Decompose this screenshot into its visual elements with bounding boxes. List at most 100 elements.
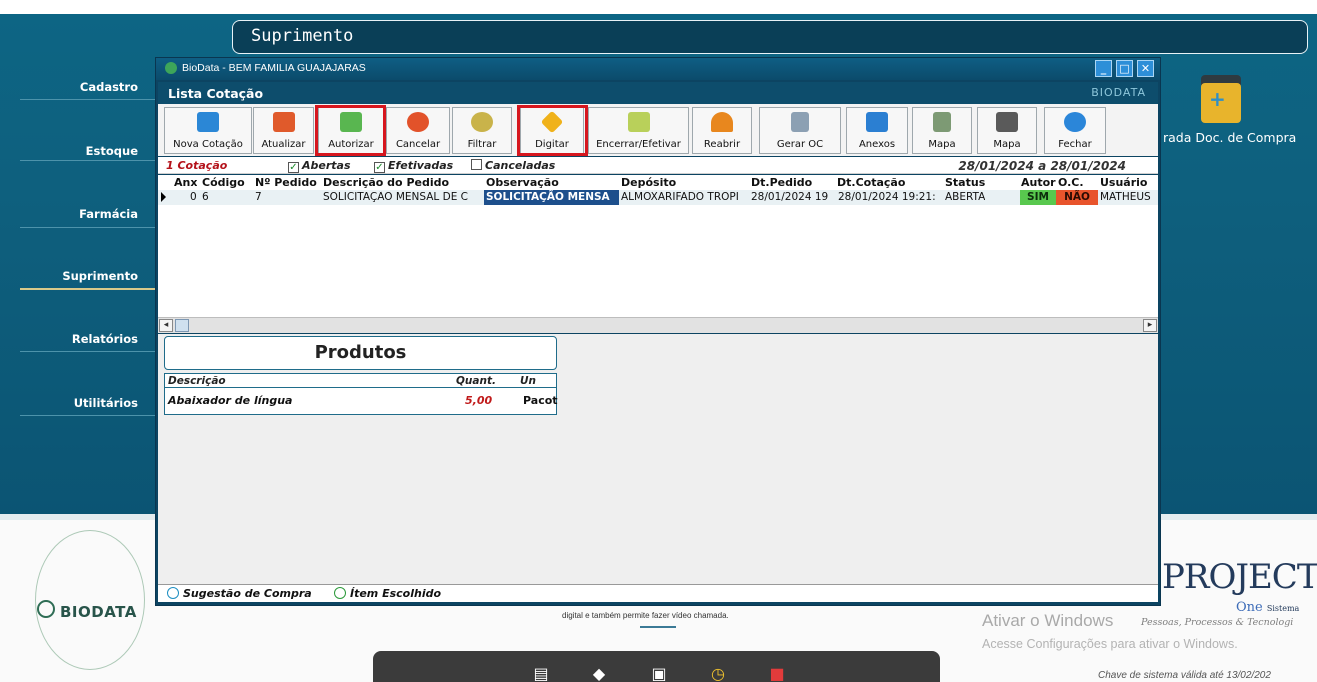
col-autor[interactable]: Autor [1021, 176, 1056, 189]
sidebar-item-farmacia[interactable]: Farmácia [20, 188, 156, 228]
reabrir-label: Reabrir [703, 139, 741, 150]
col-descricao: Descrição [168, 375, 226, 387]
section-title: Lista Cotação [168, 86, 264, 101]
minimize-icon[interactable]: _ [1095, 60, 1112, 77]
purchase-doc-icon[interactable] [1201, 75, 1241, 123]
checkbox-checked-icon: ✓ [288, 162, 299, 173]
attach-icon [866, 112, 888, 132]
cell-observacao[interactable]: SOLICITAÇÃO MENSA [484, 190, 619, 205]
list-item[interactable]: Abaixador de língua 5,00 Pacot [165, 390, 558, 412]
col-observacao[interactable]: Observação [486, 176, 559, 189]
atualizar-button[interactable]: Atualizar [253, 107, 314, 154]
col-codigo[interactable]: Código [202, 176, 245, 189]
canceladas-checkbox[interactable]: Canceladas [471, 159, 555, 172]
nova-cotacao-label: Nova Cotação [173, 139, 243, 150]
filtrar-label: Filtrar [467, 139, 497, 150]
reabrir-button[interactable]: Reabrir [692, 107, 752, 154]
produtos-header: Descrição Quant. Un [165, 374, 556, 388]
atualizar-label: Atualizar [261, 139, 306, 150]
box-icon[interactable]: ◆ [591, 665, 607, 682]
col-pedido[interactable]: Nº Pedido [255, 176, 317, 189]
canceladas-label: Canceladas [485, 159, 556, 172]
nova-cotacao-button[interactable]: Nova Cotação [164, 107, 252, 154]
mapa-print-button[interactable]: Mapa [977, 107, 1037, 154]
col-descricao[interactable]: Descrição do Pedido [323, 176, 449, 189]
window-titlebar[interactable]: BioData - BEM FAMILIA GUAJAJARAS _ □ ✕ [156, 58, 1160, 80]
sidebar-item-label: Relatórios [71, 332, 138, 346]
project-tagline: Pessoas, Processos & Tecnologi [1141, 617, 1294, 628]
project-logo: PROJECT [1162, 557, 1317, 597]
brand-label: BIODATA [1091, 86, 1146, 99]
sidebar-item-cadastro[interactable]: Cadastro [20, 60, 156, 100]
filter-bar: 1 Cotação ✓ Abertas ✓ Efetivadas Cancelada… [158, 157, 1158, 174]
section-header: Lista Cotação BIODATA [158, 82, 1158, 104]
exit-icon[interactable]: ■ [769, 665, 785, 682]
cancel-icon [407, 112, 429, 132]
col-dt-cotacao[interactable]: Dt.Cotação [837, 176, 905, 189]
horizontal-scrollbar[interactable]: ◂ ▸ [158, 317, 1158, 333]
cotacao-count: 1 Cotação [166, 159, 228, 172]
cotacao-grid: Anx Código Nº Pedido Descrição do Pedido… [158, 175, 1158, 317]
filtrar-button[interactable]: Filtrar [452, 107, 512, 154]
fechar-button[interactable]: Fechar [1044, 107, 1106, 154]
window-title: BioData - BEM FAMILIA GUAJAJARAS [182, 62, 366, 74]
gerar-oc-button[interactable]: Gerar OC [759, 107, 841, 154]
lock-icon[interactable]: ▣ [651, 665, 667, 682]
maximize-icon[interactable]: □ [1116, 60, 1133, 77]
cell-anx: 0 [190, 191, 197, 203]
project-sub-small: Sistema [1266, 604, 1300, 613]
anexos-label: Anexos [858, 139, 896, 150]
scroll-thumb[interactable] [175, 319, 189, 332]
scroll-right-icon[interactable]: ▸ [1143, 319, 1157, 332]
cancelar-button[interactable]: Cancelar [386, 107, 450, 154]
legend-bar: Sugestão de Compra Ítem Escolhido [158, 584, 1158, 602]
scroll-left-icon[interactable]: ◂ [159, 319, 173, 332]
col-un: Un [520, 375, 537, 387]
circle-check-icon [167, 587, 179, 599]
cell-codigo: 6 [202, 191, 209, 203]
biodata-logo-text: BIODATA [60, 603, 137, 621]
encerrar-efetivar-label: Encerrar/Efetivar [596, 139, 681, 150]
app-icon [165, 62, 177, 74]
date-sep: a [1038, 159, 1047, 173]
abertas-checkbox[interactable]: ✓ Abertas [288, 159, 351, 173]
col-usuario[interactable]: Usuário [1100, 176, 1148, 189]
gerar-oc-label: Gerar OC [776, 139, 824, 150]
date-range[interactable]: 28/01/2024 a 28/01/2024 [958, 159, 1126, 173]
undo-arrow-icon [711, 112, 733, 132]
key-notice: Chave de sistema válida até 13/02/202 [1098, 670, 1271, 681]
cell-descricao: SOLICITAÇÃO MENSAL DE C [323, 191, 469, 203]
document-icon[interactable]: ▤ [533, 665, 549, 682]
row-pointer-icon [161, 192, 166, 202]
date-from: 28/01/2024 [958, 159, 1034, 173]
cell-status: ABERTA [945, 191, 986, 203]
history-icon[interactable]: ◷ [710, 665, 726, 682]
sidebar-item-label: Utilitários [73, 396, 138, 410]
purchase-doc-label[interactable]: rada Doc. de Compra [1163, 130, 1296, 145]
col-status[interactable]: Status [945, 176, 985, 189]
sidebar-item-relatorios[interactable]: Relatórios [20, 312, 156, 352]
encerrar-efetivar-button[interactable]: Encerrar/Efetivar [588, 107, 689, 154]
col-deposito[interactable]: Depósito [621, 176, 676, 189]
col-oc[interactable]: O.C. [1058, 176, 1084, 189]
col-dt-pedido[interactable]: Dt.Pedido [751, 176, 812, 189]
close-icon[interactable]: ✕ [1137, 60, 1154, 77]
module-title: Suprimento [251, 26, 354, 46]
cell-deposito: ALMOXARIFADO TROPI [621, 191, 739, 203]
cell-pedido: 7 [255, 191, 262, 203]
table-row[interactable]: 0 6 7 SOLICITAÇÃO MENSAL DE C SOLICITAÇÃ… [158, 190, 1158, 205]
efetivadas-checkbox[interactable]: ✓ Efetivadas [374, 159, 453, 173]
anexos-button[interactable]: Anexos [846, 107, 908, 154]
sidebar-item-estoque[interactable]: Estoque [20, 121, 156, 161]
cell-quant: 5,00 [465, 394, 493, 407]
sidebar-item-suprimento[interactable]: Suprimento [20, 250, 156, 290]
date-to: 28/01/2024 [1050, 159, 1126, 173]
fechar-label: Fechar [1058, 139, 1092, 150]
mapa-button[interactable]: Mapa [912, 107, 972, 154]
document-icon [791, 112, 809, 132]
produtos-table: Descrição Quant. Un Abaixador de língua … [164, 373, 558, 415]
produtos-panel: Produtos Descrição Quant. Un Abaixador d… [158, 334, 1158, 584]
sidebar-item-utilitarios[interactable]: Utilitários [20, 376, 156, 416]
taskbar: ▤ ◆ ▣ ◷ ■ [373, 651, 940, 682]
col-anx[interactable]: Anx [174, 176, 197, 189]
